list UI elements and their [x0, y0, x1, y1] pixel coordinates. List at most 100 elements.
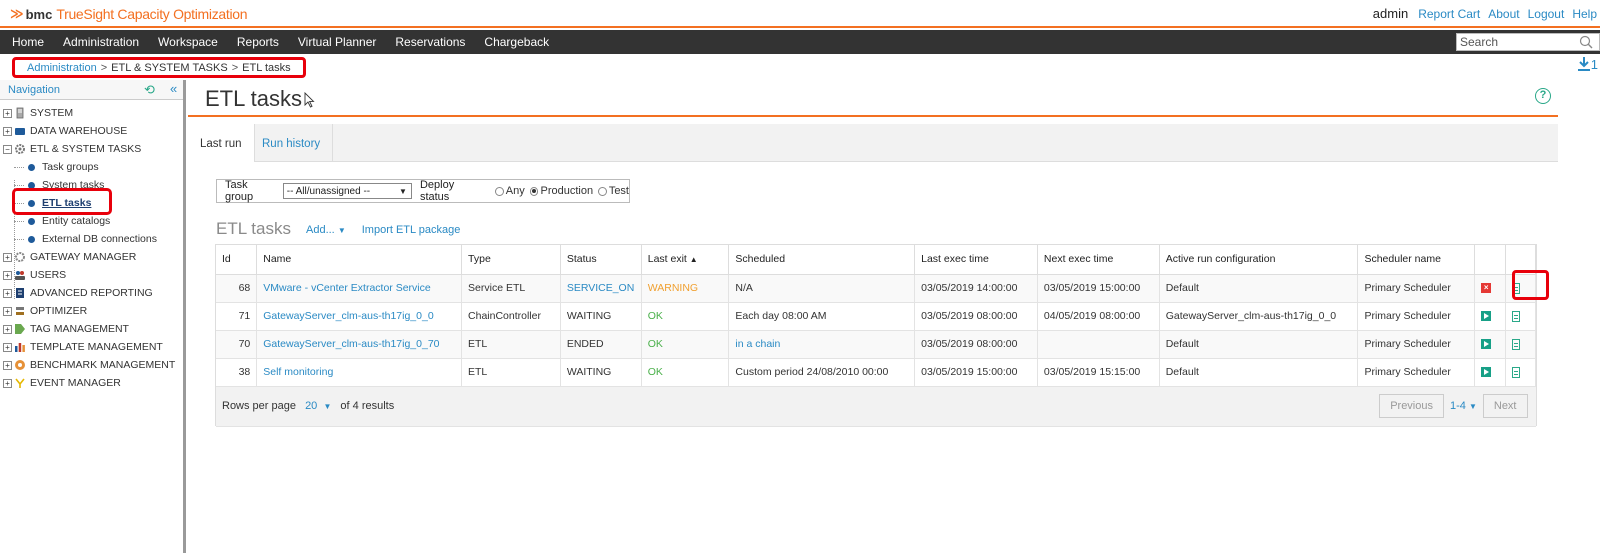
tree-node-etl-system-tasks[interactable]: − ETL & SYSTEM TASKS	[0, 140, 183, 158]
expand-icon[interactable]: +	[3, 108, 12, 118]
run-icon[interactable]	[1481, 311, 1492, 322]
import-etl-package-link[interactable]: Import ETL package	[362, 224, 461, 236]
nav-reports[interactable]: Reports	[237, 35, 279, 49]
run-icon[interactable]	[1481, 339, 1492, 350]
sort-ascending-icon: ▲	[689, 255, 698, 265]
task-name-link[interactable]: GatewayServer_clm-aus-th17ig_0_0	[263, 310, 433, 322]
tree-node-label: SYSTEM	[30, 107, 74, 119]
expand-icon[interactable]: +	[3, 378, 12, 388]
task-name-link[interactable]: Self monitoring	[263, 366, 333, 378]
column-header-type[interactable]: Type	[461, 245, 561, 275]
top-bar: ≫ bmc TrueSight Capacity Optimization ad…	[0, 0, 1600, 28]
help-icon[interactable]: ?	[1535, 88, 1551, 104]
tree-node-data-warehouse[interactable]: + DATA WAREHOUSE	[0, 122, 183, 140]
previous-page-button[interactable]: Previous	[1379, 394, 1444, 418]
tree-node-advanced-reporting[interactable]: + ADVANCED REPORTING	[0, 284, 183, 302]
cell-scheduled: Each day 08:00 AM	[728, 302, 916, 331]
nav-virtual-planner[interactable]: Virtual Planner	[298, 35, 377, 49]
bullet-icon	[28, 235, 35, 243]
tree-child-external-db-connections[interactable]: External DB connections	[0, 230, 183, 248]
tree-node-optimizer[interactable]: + OPTIMIZER	[0, 302, 183, 320]
deploy-any-radio[interactable]	[495, 186, 504, 196]
nav-chargeback[interactable]: Chargeback	[484, 35, 549, 49]
task-name-link[interactable]: VMware - vCenter Extractor Service	[263, 282, 430, 294]
deploy-status-label: Deploy status	[419, 179, 455, 203]
nav-workspace[interactable]: Workspace	[158, 35, 218, 49]
tree-node-template-management[interactable]: + TEMPLATE MANAGEMENT	[0, 338, 183, 356]
cell-scheduler: Primary Scheduler	[1357, 302, 1476, 331]
nav-administration[interactable]: Administration	[63, 35, 139, 49]
tree-node-event-manager[interactable]: + EVENT MANAGER	[0, 374, 183, 392]
tab-run-history[interactable]: Run history	[250, 124, 334, 163]
tree-node-users[interactable]: + USERS	[0, 266, 183, 284]
nav-reservations[interactable]: Reservations	[395, 35, 465, 49]
log-document-icon[interactable]	[1512, 338, 1521, 350]
cell-name: GatewayServer_clm-aus-th17ig_0_0	[256, 302, 463, 331]
column-header-next-exec-time[interactable]: Next exec time	[1037, 245, 1160, 275]
log-document-icon[interactable]	[1512, 310, 1521, 322]
tree-node-gateway-manager[interactable]: + GATEWAY MANAGER	[0, 248, 183, 266]
rows-per-page-select[interactable]: 20 ▼	[305, 400, 331, 412]
stop-icon[interactable]: ×	[1481, 283, 1492, 294]
collapse-icon[interactable]: −	[3, 144, 12, 154]
breadcrumb: Administration > ETL & SYSTEM TASKS > ET…	[12, 57, 306, 78]
tab-last-run[interactable]: Last run	[188, 124, 255, 163]
bmc-logo[interactable]: ≫ bmc TrueSight Capacity Optimization	[10, 5, 248, 23]
nav-home[interactable]: Home	[12, 35, 44, 49]
column-header-id[interactable]: Id	[216, 245, 258, 275]
expand-icon[interactable]: +	[3, 306, 12, 316]
column-header-last-exec-time[interactable]: Last exec time	[914, 245, 1038, 275]
expand-icon[interactable]: +	[3, 342, 12, 352]
report-cart-link[interactable]: Report Cart	[1418, 7, 1480, 21]
logout-link[interactable]: Logout	[1528, 7, 1565, 21]
expand-icon[interactable]: +	[3, 324, 12, 334]
breadcrumb-administration[interactable]: Administration	[27, 62, 97, 74]
logo-mark: ≫	[10, 6, 24, 21]
column-header-active-run-configuration[interactable]: Active run configuration	[1159, 245, 1359, 275]
tree-node-system[interactable]: + SYSTEM	[0, 104, 183, 122]
refresh-icon[interactable]: ⟲	[144, 82, 155, 98]
expand-icon[interactable]: +	[3, 252, 12, 262]
add-menu-button[interactable]: Add... ▼	[306, 224, 346, 236]
collapse-sidebar-icon[interactable]: «	[170, 81, 177, 96]
expand-icon[interactable]: +	[3, 270, 12, 280]
search-icon[interactable]	[1579, 35, 1593, 49]
column-header-scheduled[interactable]: Scheduled	[728, 245, 916, 275]
about-link[interactable]: About	[1488, 7, 1519, 21]
expand-icon[interactable]: +	[3, 288, 12, 298]
column-header-status[interactable]: Status	[560, 245, 642, 275]
search-input[interactable]	[1457, 34, 1577, 50]
cell-last-exec-time: 03/05/2019 08:00:00	[914, 302, 1038, 331]
help-link[interactable]: Help	[1572, 7, 1597, 21]
expand-icon[interactable]: +	[3, 126, 12, 136]
cell-last-exec-time: 03/05/2019 14:00:00	[914, 274, 1038, 303]
column-header-last-exit[interactable]: Last exit ▲	[641, 245, 730, 275]
tree-branch-line	[14, 185, 24, 186]
next-page-button[interactable]: Next	[1482, 394, 1528, 418]
breadcrumb-separator: >	[231, 61, 239, 74]
last-exit-text: OK	[647, 310, 663, 322]
chain-link[interactable]: in a chain	[735, 338, 780, 350]
tree-branch-line	[14, 239, 24, 240]
cell-action	[1474, 302, 1507, 331]
column-header-action	[1474, 245, 1507, 275]
column-header-name[interactable]: Name	[256, 245, 463, 275]
tree-node-label: BENCHMARK MANAGEMENT	[30, 359, 176, 371]
deploy-production-radio[interactable]	[529, 186, 539, 196]
cell-run-config: Default	[1159, 358, 1359, 387]
cell-id: 38	[216, 358, 258, 387]
task-name-link[interactable]: GatewayServer_clm-aus-th17ig_0_70	[263, 338, 439, 350]
status-text[interactable]: SERVICE_ON	[567, 282, 635, 294]
deploy-test-radio[interactable]	[598, 186, 607, 196]
tree-node-tag-management[interactable]: + TAG MANAGEMENT	[0, 320, 183, 338]
tree-child-task-groups[interactable]: Task groups	[0, 158, 183, 176]
run-icon[interactable]	[1481, 367, 1492, 378]
page-range-select[interactable]: 1-4 ▼	[1450, 400, 1477, 412]
column-header-scheduler-name[interactable]: Scheduler name	[1357, 245, 1476, 275]
download-icon[interactable]: 1	[1577, 56, 1598, 72]
main-content: ETL tasks ? Last run Run history Task gr…	[188, 80, 1600, 553]
task-group-select[interactable]: -- All/unassigned -- ▼	[282, 183, 412, 199]
log-document-icon[interactable]	[1512, 366, 1521, 378]
tree-node-benchmark-management[interactable]: + BENCHMARK MANAGEMENT	[0, 356, 183, 374]
expand-icon[interactable]: +	[3, 360, 12, 370]
